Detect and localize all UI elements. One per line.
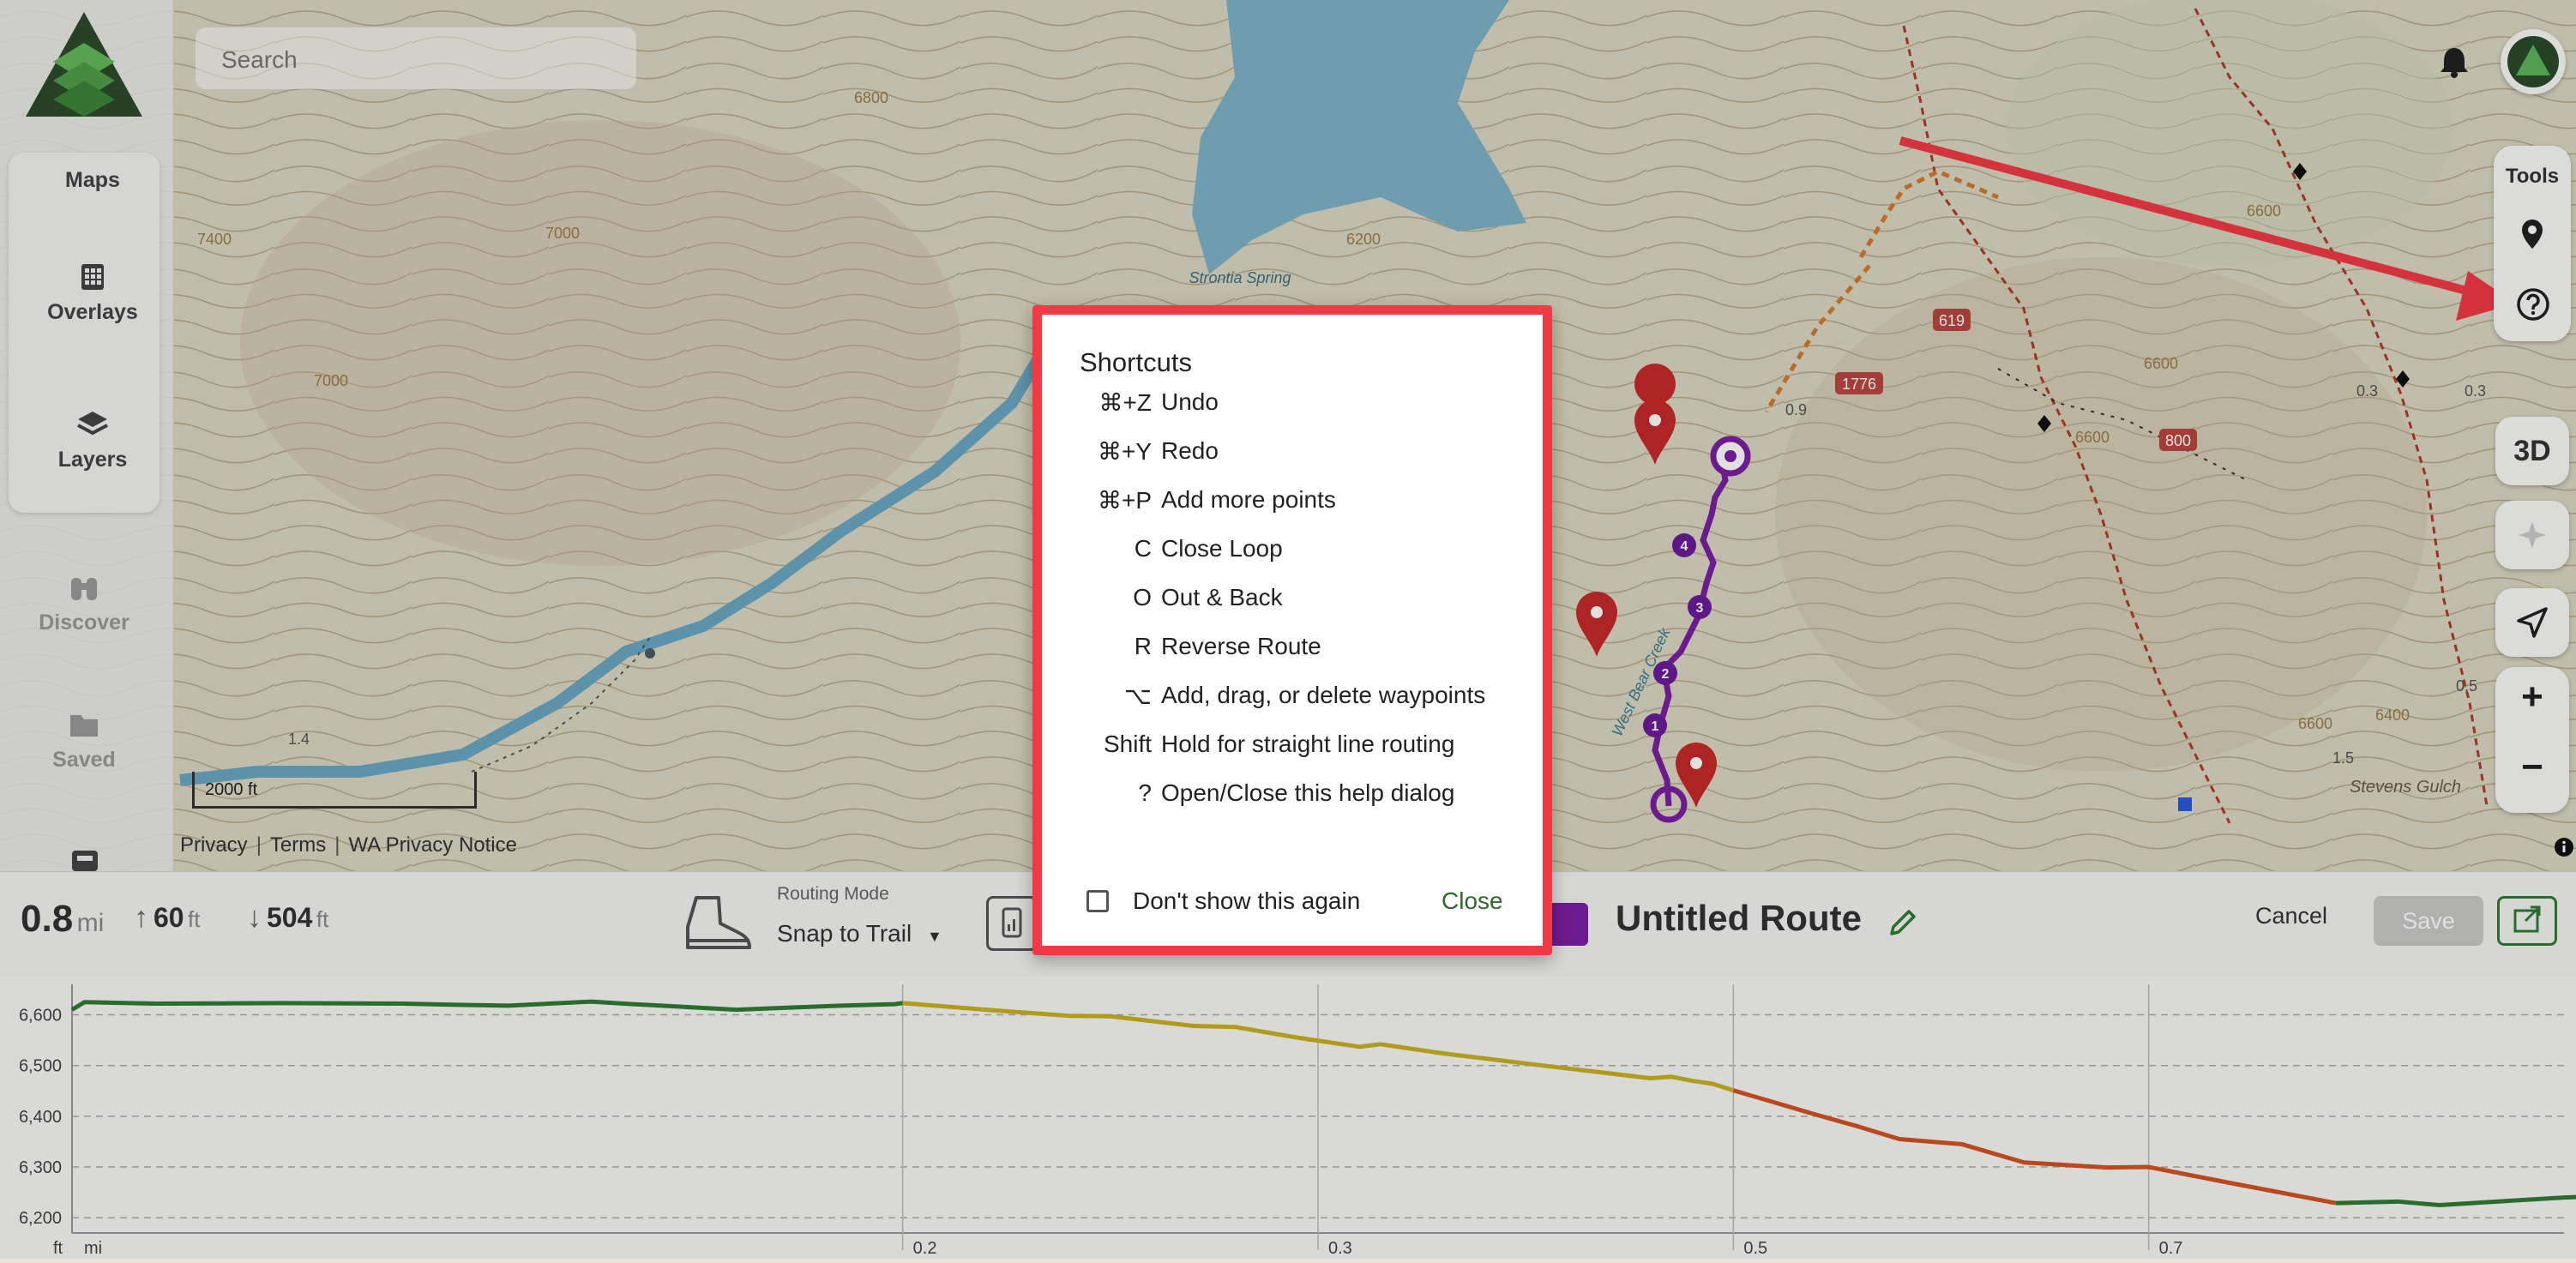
shortcuts-dialog: Shortcuts ⌘+Z Undo ⌘+Y Redo ⌘+P Add more poin… [1032,305,1552,955]
shortcut-key: ⌘+P [1097,487,1152,514]
dont-show-checkbox[interactable] [1086,890,1109,912]
close-button[interactable]: Close [1441,887,1503,915]
shortcut-description: Reverse Route [1161,633,1321,659]
shortcut-description: Add, drag, or delete waypoints [1161,682,1486,708]
shortcut-key: C [1134,535,1152,562]
shortcut-description: Hold for straight line routing [1161,731,1455,757]
shortcut-key: ⌘+Y [1097,438,1152,465]
shortcut-key: ⌘+Z [1098,389,1152,416]
shortcut-key: O [1133,584,1152,610]
shortcut-key: Shift [1103,731,1152,757]
shortcut-key: ⌥ [1123,683,1152,709]
shortcut-key: R [1134,633,1152,659]
shortcut-description: Out & Back [1161,584,1283,610]
shortcut-description: Undo [1161,388,1219,415]
shortcut-description: Add more points [1161,486,1336,513]
shortcut-key: ? [1138,779,1152,806]
dont-show-label[interactable]: Don't show this again [1133,887,1360,915]
shortcut-description: Redo [1161,437,1219,464]
shortcut-description: Open/Close this help dialog [1161,779,1455,806]
shortcut-description: Close Loop [1161,535,1283,562]
dialog-title: Shortcuts [1080,347,1192,377]
